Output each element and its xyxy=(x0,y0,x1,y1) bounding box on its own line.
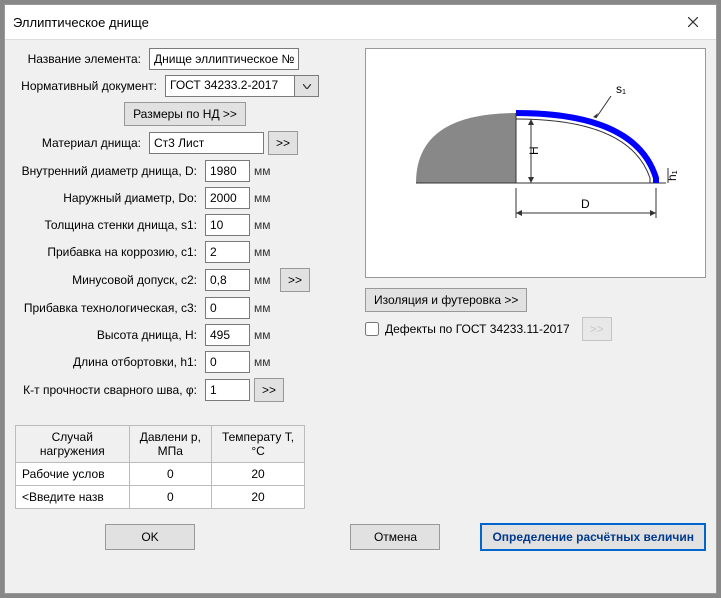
unit-mm: мм xyxy=(254,273,276,287)
label-element-name: Название элемента: xyxy=(15,52,145,66)
unit-mm: мм xyxy=(254,245,276,259)
svg-text:h₁: h₁ xyxy=(665,170,679,181)
right-panel: s₁ D H h₁ xyxy=(365,48,706,407)
load-cases-table: Случай нагружения Давлени p, МПа Темпера… xyxy=(15,425,305,509)
c2-more-button[interactable]: >> xyxy=(280,268,310,292)
norm-doc-select[interactable]: ГОСТ 34233.2-2017 xyxy=(165,75,295,97)
cell-name: <Введите назв xyxy=(16,486,130,509)
unit-mm: мм xyxy=(254,355,276,369)
label-tech-c3: Прибавка технологическая, c3: xyxy=(15,301,201,315)
material-more-button[interactable]: >> xyxy=(268,131,298,155)
cell-t: 20 xyxy=(212,463,305,486)
table-row[interactable]: Рабочие услов 0 20 xyxy=(16,463,305,486)
unit-mm: мм xyxy=(254,218,276,232)
load-cases-panel: Случай нагружения Давлени p, МПа Темпера… xyxy=(15,415,706,509)
col-case: Случай нагружения xyxy=(16,426,130,463)
calc-button[interactable]: Определение расчётных величин xyxy=(480,523,706,551)
label-material: Материал днища: xyxy=(15,136,145,150)
label-norm-doc: Нормативный документ: xyxy=(15,79,161,93)
footer: OK Отмена Определение расчётных величин xyxy=(15,509,706,551)
table-row[interactable]: <Введите назв 0 20 xyxy=(16,486,305,509)
ellipse-head-diagram: s₁ D H h₁ xyxy=(386,63,686,263)
c2-input[interactable] xyxy=(205,269,250,291)
unit-mm: мм xyxy=(254,191,276,205)
cell-name: Рабочие услов xyxy=(16,463,130,486)
cancel-button[interactable]: Отмена xyxy=(350,524,440,550)
c3-input[interactable] xyxy=(205,297,250,319)
window-title: Эллиптическое днище xyxy=(13,15,149,30)
outer-d-input[interactable] xyxy=(205,187,250,209)
sizes-button[interactable]: Размеры по НД >> xyxy=(124,102,246,126)
label-corr-c1: Прибавка на коррозию, c1: xyxy=(15,245,201,259)
h1-input[interactable] xyxy=(205,351,250,373)
cell-t: 20 xyxy=(212,486,305,509)
chevron-down-icon xyxy=(303,84,311,89)
label-defects: Дефекты по ГОСТ 34233.11-2017 xyxy=(385,322,570,336)
svg-text:H: H xyxy=(527,146,541,155)
defects-checkbox[interactable] xyxy=(365,322,379,336)
label-outer-d: Наружный диаметр, Do: xyxy=(15,191,201,205)
defects-more-button: >> xyxy=(582,317,612,341)
s1-input[interactable] xyxy=(205,214,250,236)
phi-more-button[interactable]: >> xyxy=(254,378,284,402)
label-height-H: Высота днища, H: xyxy=(15,328,201,342)
titlebar: Эллиптическое днище xyxy=(5,5,716,40)
unit-mm: мм xyxy=(254,328,276,342)
c1-input[interactable] xyxy=(205,241,250,263)
dialog-window: Эллиптическое днище Название элемента: Н… xyxy=(4,4,717,594)
svg-text:D: D xyxy=(581,197,590,211)
inner-d-input[interactable] xyxy=(205,160,250,182)
svg-text:s₁: s₁ xyxy=(616,82,626,96)
label-wall-s1: Толщина стенки днища, s1: xyxy=(15,218,201,232)
material-input[interactable] xyxy=(149,132,264,154)
close-icon xyxy=(688,17,698,27)
H-input[interactable] xyxy=(205,324,250,346)
label-minus-c2: Минусовой допуск, c2: xyxy=(15,273,201,287)
close-button[interactable] xyxy=(678,11,708,33)
cell-p: 0 xyxy=(129,463,212,486)
norm-doc-dropdown-button[interactable] xyxy=(295,75,319,97)
unit-mm: мм xyxy=(254,301,276,315)
cell-p: 0 xyxy=(129,486,212,509)
label-flange-h1: Длина отбортовки, h1: xyxy=(15,355,201,369)
col-temp: Температу T, °C xyxy=(212,426,305,463)
ok-button[interactable]: OK xyxy=(105,524,195,550)
dialog-body: Название элемента: Нормативный документ:… xyxy=(5,40,716,593)
label-weld-phi: К-т прочности сварного шва, φ: xyxy=(15,383,201,397)
col-pressure: Давлени p, МПа xyxy=(129,426,212,463)
unit-mm: мм xyxy=(254,164,276,178)
element-name-input[interactable] xyxy=(149,48,299,70)
label-inner-d: Внутренний диаметр днища, D: xyxy=(15,164,201,178)
form-panel: Название элемента: Нормативный документ:… xyxy=(15,48,355,407)
insulation-button[interactable]: Изоляция и футеровка >> xyxy=(365,288,527,312)
diagram-preview: s₁ D H h₁ xyxy=(365,48,706,278)
phi-input[interactable] xyxy=(205,379,250,401)
